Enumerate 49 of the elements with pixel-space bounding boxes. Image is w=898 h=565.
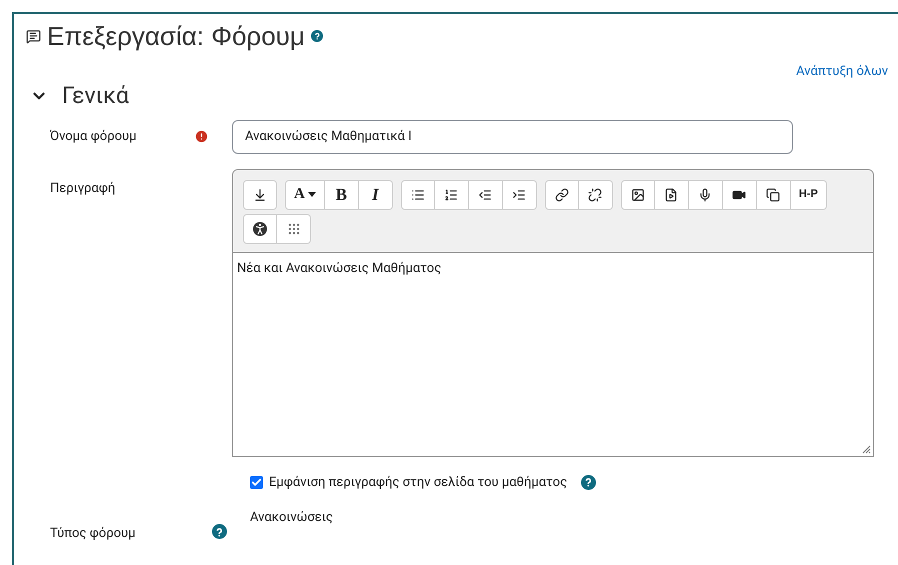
image-icon	[630, 188, 645, 202]
copy-button[interactable]	[756, 180, 791, 210]
field-label: Περιγραφή	[49, 180, 116, 198]
help-icon[interactable]	[581, 474, 596, 490]
toolbar-toggle-button[interactable]	[243, 180, 277, 210]
checkbox-label[interactable]: Εμφάνιση περιγραφής στην σελίδα του μαθήματος	[269, 472, 568, 492]
indent-button[interactable]	[502, 180, 537, 210]
media-file-icon	[664, 188, 678, 202]
italic-button[interactable]: I	[358, 180, 393, 210]
video-camera-button[interactable]	[722, 180, 757, 210]
numbered-list-button[interactable]	[434, 180, 469, 210]
caret-icon	[308, 192, 316, 197]
font-color-button[interactable]: A	[285, 180, 325, 210]
microphone-button[interactable]	[688, 180, 723, 210]
copy-icon	[766, 188, 780, 202]
show-description-checkbox[interactable]	[250, 476, 263, 489]
forum-icon	[26, 28, 41, 44]
image-button[interactable]	[620, 180, 655, 210]
accessibility-icon	[253, 222, 267, 236]
accessibility-button[interactable]	[243, 214, 277, 244]
section-title[interactable]: Γενικά	[62, 82, 129, 110]
microphone-icon	[698, 188, 712, 202]
editor-text: Νέα και Ανακοινώσεις Μαθήματος	[237, 260, 442, 276]
outdent-icon	[478, 188, 492, 202]
unlink-icon	[588, 188, 602, 202]
help-icon[interactable]	[310, 30, 323, 42]
link-icon	[554, 188, 569, 202]
expand-all-link[interactable]: Ανάπτυξη όλων	[796, 62, 888, 82]
indent-icon	[512, 188, 526, 202]
field-value: Ανακοινώσεις	[250, 509, 333, 527]
resize-handle-icon[interactable]	[861, 444, 871, 454]
arrow-down-icon	[253, 188, 267, 202]
braille-icon	[286, 222, 300, 236]
unlink-button[interactable]	[578, 180, 613, 210]
forum-name-input[interactable]: Ανακοινώσεις Μαθηματικά Ι	[232, 120, 793, 154]
braille-button[interactable]	[277, 214, 311, 244]
editor-content[interactable]: Νέα και Ανακοινώσεις Μαθήματος	[233, 252, 873, 456]
outdent-button[interactable]	[468, 180, 503, 210]
field-label: Όνομα φόρουμ	[49, 128, 138, 146]
bullet-list-icon	[410, 188, 425, 202]
media-button[interactable]	[654, 180, 689, 210]
page-title: Επεξεργασία: Φόρουμ	[47, 20, 305, 52]
help-icon[interactable]	[212, 524, 227, 540]
bold-button[interactable]: B	[324, 180, 359, 210]
h5p-button[interactable]: H-P	[790, 180, 827, 210]
field-label: Τύπος φόρουμ	[50, 526, 136, 541]
numbered-list-icon	[444, 188, 458, 202]
link-button[interactable]	[544, 180, 579, 210]
bullet-list-button[interactable]	[400, 180, 435, 210]
